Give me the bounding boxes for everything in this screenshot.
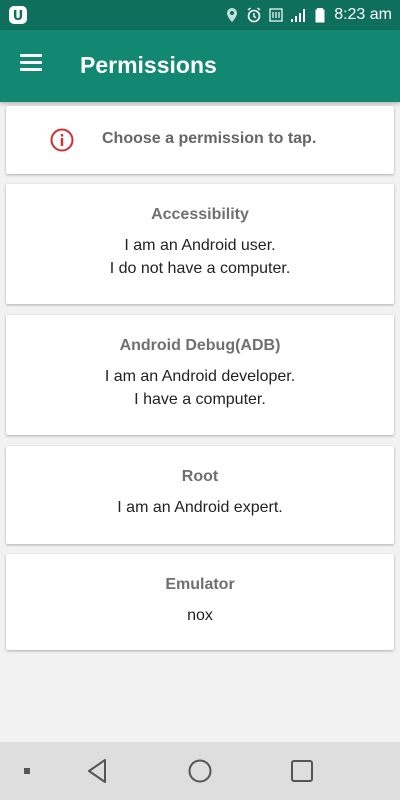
- svg-text:U: U: [13, 9, 24, 24]
- signal-icon: [291, 9, 306, 22]
- alarm-icon: [247, 7, 261, 23]
- app-toolbar: Permissions: [0, 30, 400, 102]
- adb-card[interactable]: Android Debug(ADB) I am an Android devel…: [6, 315, 394, 435]
- system-navigation-bar: [0, 742, 400, 800]
- root-card[interactable]: Root I am an Android expert.: [6, 446, 394, 544]
- hamburger-menu-icon[interactable]: [20, 54, 42, 72]
- back-icon[interactable]: [83, 756, 113, 786]
- card-description-line: I have a computer.: [134, 391, 266, 408]
- battery-icon: [315, 8, 325, 23]
- info-card: Choose a permission to tap.: [6, 106, 394, 174]
- dot-icon[interactable]: [12, 756, 42, 786]
- card-description-line: nox: [187, 607, 213, 624]
- home-icon[interactable]: [185, 756, 215, 786]
- card-title: Root: [181, 468, 219, 485]
- data-4g-icon: [269, 8, 283, 22]
- accessibility-card[interactable]: Accessibility I am an Android user. I do…: [6, 184, 394, 304]
- card-description-line: I am an Android expert.: [117, 499, 283, 516]
- recents-icon[interactable]: [287, 756, 317, 786]
- status-bar: U 8:23 am: [0, 0, 400, 30]
- info-text: Choose a permission to tap.: [102, 130, 317, 147]
- emulator-card[interactable]: Emulator nox: [6, 554, 394, 650]
- card-title: Accessibility: [151, 206, 249, 223]
- status-time: 8:23 am: [334, 6, 392, 23]
- card-description-line: I am an Android user.: [124, 237, 276, 254]
- info-icon: [50, 128, 74, 152]
- card-title: Android Debug(ADB): [119, 337, 281, 354]
- card-title: Emulator: [165, 576, 235, 593]
- card-description-line: I do not have a computer.: [109, 260, 291, 277]
- page-title: Permissions: [80, 52, 217, 78]
- location-icon: [227, 8, 238, 22]
- app-notification-icon: U: [9, 6, 27, 24]
- card-description-line: I am an Android developer.: [104, 368, 296, 385]
